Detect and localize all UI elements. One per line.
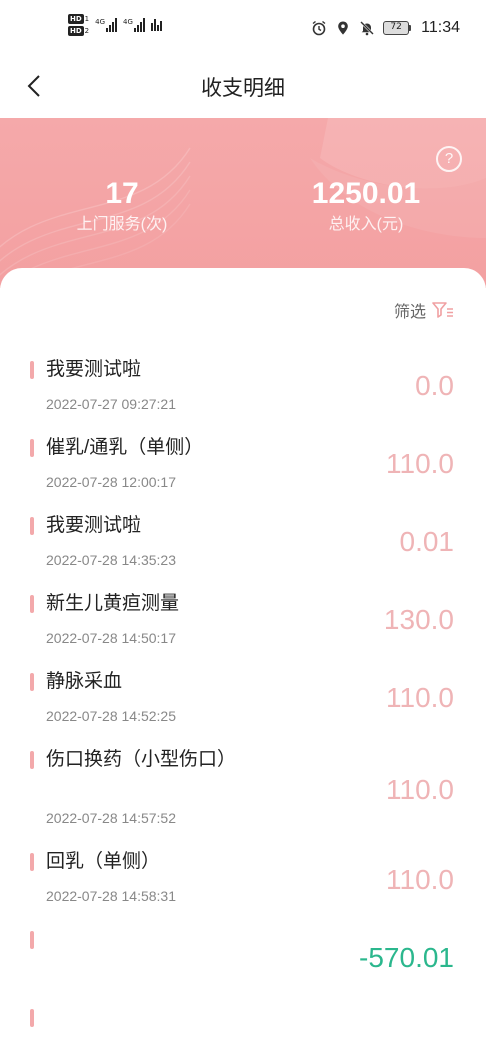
- data-activity-icon: [150, 19, 162, 31]
- record-title: 新生儿黄疸测量: [46, 593, 180, 614]
- record-title: 静脉采血: [46, 671, 123, 692]
- battery-level: 72: [383, 21, 410, 35]
- record-accent-bar: [30, 673, 34, 691]
- record-time: 2022-07-28 14:50:17: [46, 630, 176, 646]
- record-time: 2022-07-28 14:57:52: [46, 810, 176, 826]
- record-amount: -570.01: [359, 942, 454, 973]
- service-count-label: 上门服务(次): [76, 216, 168, 233]
- record-accent-bar: [30, 361, 34, 379]
- record-row[interactable]: 我要测试啦 2022-07-28 14:35:23 0.01: [0, 504, 486, 582]
- record-row[interactable]: 我要测试啦 2022-07-27 09:27:21 0.0: [0, 348, 486, 426]
- signal-area: HD 1 HD 2 4G 4G: [68, 14, 162, 36]
- filter-icon: [432, 302, 453, 318]
- record-amount: 110.0: [386, 448, 454, 479]
- signal-group-2: 4G: [123, 18, 145, 32]
- filter-button[interactable]: 筛选: [394, 298, 454, 322]
- signal-bars-icon: [133, 18, 145, 32]
- signal-bars-icon: [106, 18, 118, 32]
- record-accent-bar: [30, 751, 34, 769]
- question-circle-icon: ?: [444, 150, 454, 167]
- record-amount: 0.01: [399, 526, 455, 557]
- record-title: 我要测试啦: [46, 515, 142, 536]
- record-title: 我要测试啦: [46, 359, 142, 380]
- total-income-value: 1250.01: [311, 177, 421, 210]
- hd-num-1: 1: [84, 15, 90, 23]
- hd-badge-2: HD 2: [68, 26, 89, 36]
- record-amount: 110.0: [386, 774, 454, 805]
- record-row[interactable]: 静脉采血 2022-07-28 14:52:25 110.0: [0, 660, 486, 738]
- record-accent-bar: [30, 517, 34, 535]
- filter-label: 筛选: [393, 304, 426, 321]
- location-icon: [338, 21, 348, 35]
- hd-badge-1: HD 1: [68, 14, 89, 24]
- summary-header: ? 17 上门服务(次) 1250.01 总收入(元): [0, 118, 486, 288]
- hd-label-2: HD: [68, 26, 84, 36]
- network-label-2: 4G: [123, 18, 133, 26]
- hd-num-2: 2: [84, 27, 90, 35]
- record-accent-bar: [30, 853, 34, 871]
- total-income-label: 总收入(元): [328, 216, 404, 233]
- signal-group-1: 4G: [95, 18, 118, 32]
- mute-bell-icon: [360, 21, 375, 36]
- records-card: 筛选 我要测试啦 2022-07-27 09:27:21 0.0 催乳/通乳（单侧） 2…: [0, 268, 486, 1053]
- record-time: 2022-07-27 09:27:21: [46, 396, 176, 412]
- record-accent-bar: [30, 595, 34, 613]
- help-button[interactable]: ?: [436, 146, 462, 172]
- page-title: 收支明细: [201, 77, 285, 100]
- record-amount: 130.0: [383, 604, 454, 635]
- record-title: 催乳/通乳（单侧）: [46, 437, 204, 458]
- total-income-stat: 1250.01 总收入(元): [296, 174, 436, 236]
- record-row[interactable]: -570.01: [0, 922, 486, 1000]
- record-time: 2022-07-28 14:58:31: [46, 888, 176, 904]
- record-time: 2022-07-28 14:52:25: [46, 708, 176, 724]
- record-title: 回乳（单侧）: [46, 851, 161, 872]
- record-row[interactable]: 催乳/通乳（单侧） 2022-07-28 12:00:17 110.0: [0, 426, 486, 504]
- record-amount: 0.0: [415, 370, 454, 401]
- hd-label-1: HD: [68, 14, 84, 24]
- network-label-1: 4G: [95, 18, 106, 26]
- battery-icon: 72: [383, 21, 412, 35]
- record-row[interactable]: [0, 1000, 486, 1040]
- record-row[interactable]: 伤口换药（小型伤口） 2022-07-28 14:57:52 110.0: [0, 738, 486, 844]
- record-amount: 110.0: [386, 682, 454, 713]
- record-time: 2022-07-28 12:00:17: [46, 474, 176, 490]
- status-clock: 11:34: [421, 19, 460, 36]
- record-row[interactable]: 新生儿黄疸测量 2022-07-28 14:50:17 130.0: [0, 582, 486, 660]
- record-row[interactable]: 回乳（单侧） 2022-07-28 14:58:31 110.0: [0, 844, 486, 922]
- record-time: 2022-07-28 14:35:23: [46, 552, 176, 568]
- status-icons: 72 11:34: [311, 19, 460, 37]
- status-bar: HD 1 HD 2 4G 4G 72 11:34: [0, 0, 486, 58]
- record-accent-bar: [30, 439, 34, 457]
- nav-bar: 收支明细: [0, 58, 486, 118]
- record-title: 伤口换药（小型伤口）: [46, 749, 237, 770]
- record-accent-bar: [30, 1009, 34, 1027]
- record-amount: 110.0: [386, 864, 454, 895]
- service-count-stat: 17 上门服务(次): [62, 174, 182, 236]
- service-count-value: 17: [105, 177, 139, 210]
- hd-indicators: HD 1 HD 2: [68, 14, 89, 36]
- alarm-icon: [312, 20, 326, 36]
- record-accent-bar: [30, 931, 34, 949]
